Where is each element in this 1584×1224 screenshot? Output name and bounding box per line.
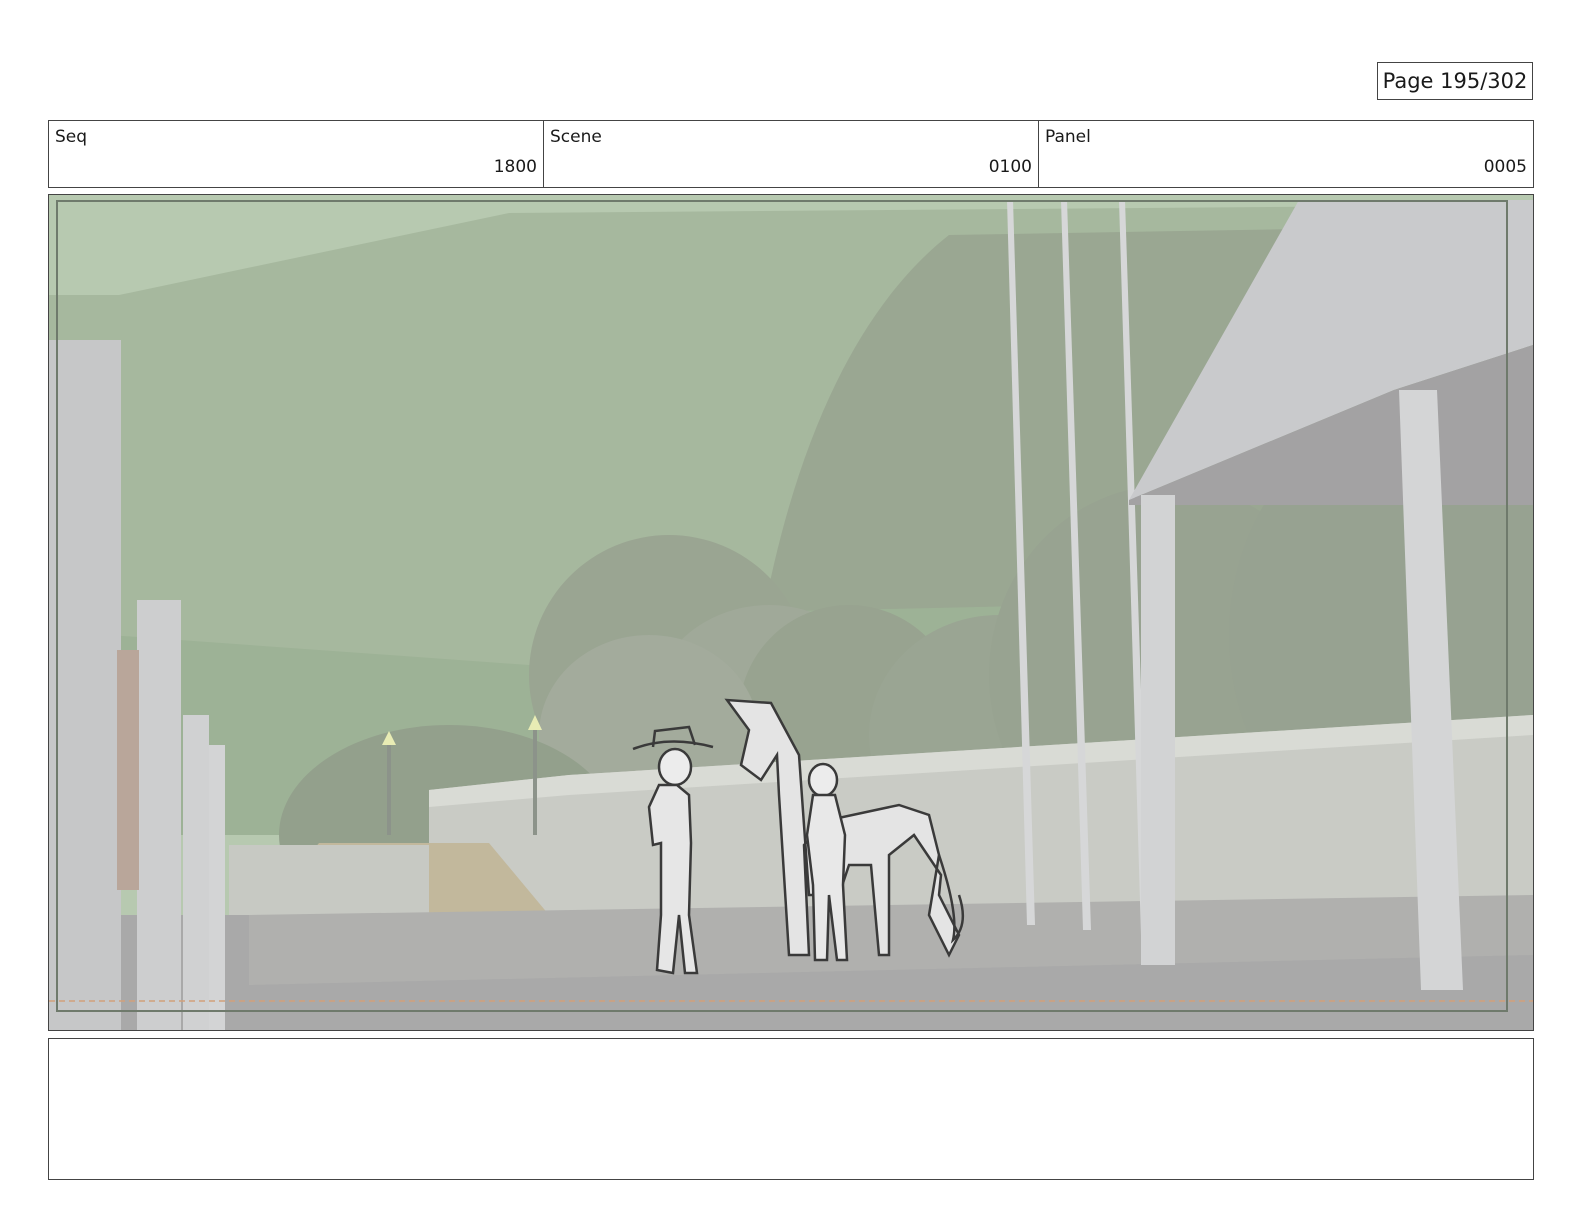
- pillar-right-1: [1141, 495, 1175, 965]
- storyboard-sketch: [49, 195, 1533, 1030]
- storyboard-panel-image: [48, 194, 1534, 1031]
- notes-box: [48, 1038, 1534, 1180]
- brick-wall: [117, 650, 139, 890]
- seq-value: 1800: [493, 157, 537, 177]
- panel-label: Panel: [1045, 127, 1091, 147]
- scene-value: 0100: [988, 157, 1032, 177]
- panel-value: 0005: [1483, 157, 1527, 177]
- pillar-left-1: [49, 340, 121, 1030]
- pillar-left-4: [209, 745, 225, 1030]
- seq-cell: Seq 1800: [49, 121, 543, 187]
- page-number: Page 195/302: [1377, 62, 1533, 100]
- seq-label: Seq: [55, 127, 88, 147]
- scene-label: Scene: [550, 127, 602, 147]
- pillar-left-2: [137, 600, 181, 1030]
- scene-cell: Scene 0100: [543, 121, 1038, 187]
- pillar-left-3: [183, 715, 209, 1030]
- panel-cell: Panel 0005: [1038, 121, 1533, 187]
- panel-header: Seq 1800 Scene 0100 Panel 0005: [48, 120, 1534, 188]
- left-wall: [229, 845, 429, 915]
